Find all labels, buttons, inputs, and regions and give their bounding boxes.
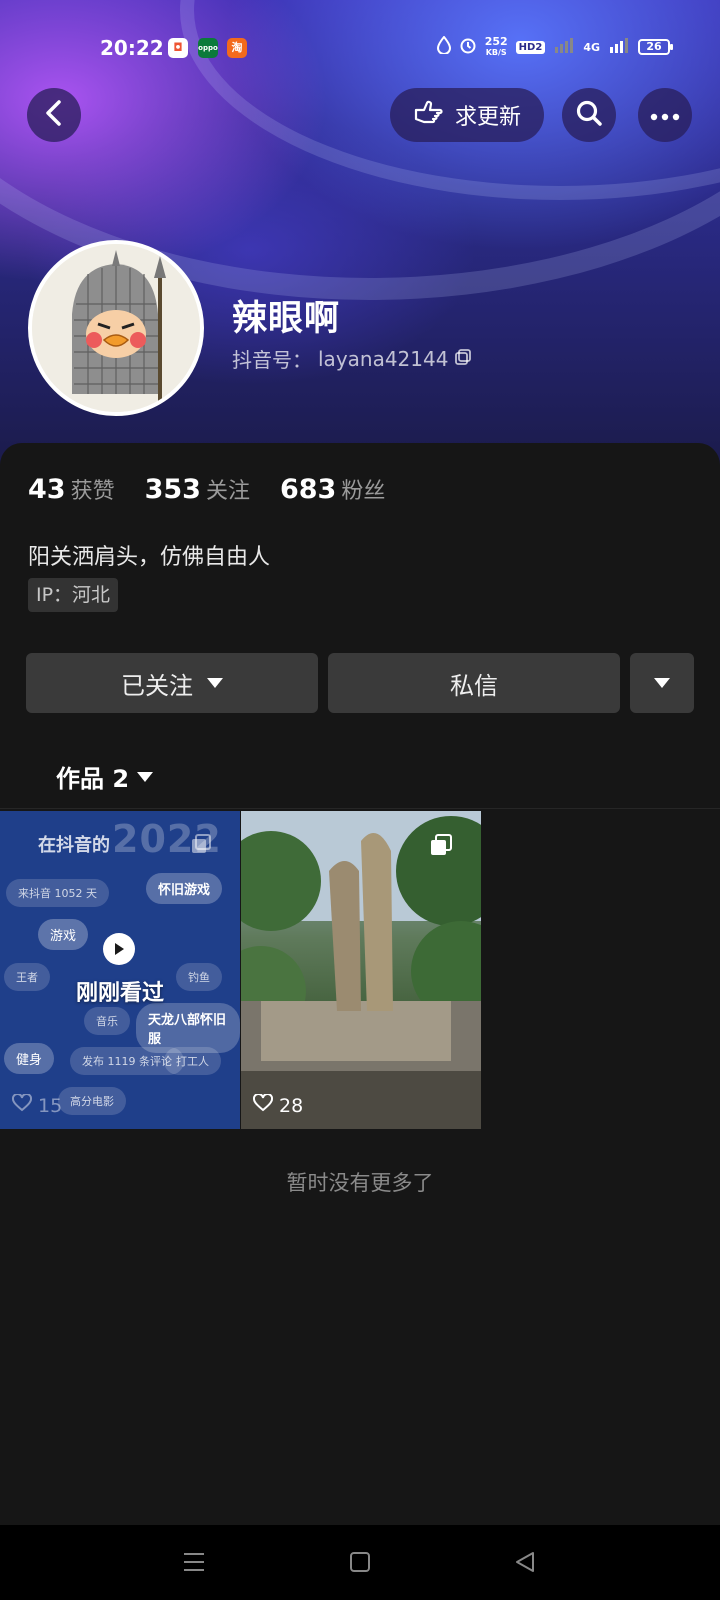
douyin-id-value: layana42144 xyxy=(318,346,449,371)
alarm-icon xyxy=(459,36,477,58)
message-label: 私信 xyxy=(450,671,498,700)
hd-indicator: HD2 xyxy=(515,40,546,54)
thumbnail-tag: 游戏 xyxy=(38,919,89,950)
status-time: 20:22 xyxy=(100,36,164,60)
like-count: 28 xyxy=(253,1092,304,1117)
caret-down-icon xyxy=(207,678,223,688)
stat-followers[interactable]: 683 粉丝 xyxy=(280,473,385,505)
douyin-id-label: 抖音号： xyxy=(232,348,312,372)
system-navigation-bar xyxy=(0,1525,720,1600)
thumbnail-tag: 怀旧游戏 xyxy=(146,873,223,904)
thumbnail-tag: 健身 xyxy=(4,1043,55,1074)
stats-row: 43 获赞 353 关注 683 粉丝 xyxy=(28,473,385,505)
tab-works[interactable]: 作品 2 xyxy=(56,759,154,794)
thumbnail-tag: 打工人 xyxy=(164,1047,221,1075)
thumbnail-tag: 高分电影 xyxy=(58,1087,126,1115)
thumbnail-tag: 天龙八部怀旧服 xyxy=(136,1003,240,1053)
recently-viewed-label: 刚刚看过 xyxy=(75,981,164,1006)
video-thumbnail[interactable]: 在抖音的 2022 来抖音 1052 天 怀旧游戏 游戏 王者 钓鱼 音乐 天龙… xyxy=(0,811,240,1129)
divider xyxy=(0,808,720,809)
nickname: 辣眼啊 xyxy=(232,299,341,339)
works-tab-label: 作品 2 xyxy=(56,765,130,793)
avatar[interactable] xyxy=(28,240,204,416)
hand-point-icon xyxy=(413,98,445,132)
stat-likes[interactable]: 43 获赞 xyxy=(28,473,115,505)
like-count-value: 15 xyxy=(38,1094,63,1117)
stat-number: 43 xyxy=(28,474,66,505)
back-button[interactable] xyxy=(27,88,81,142)
caret-down-icon xyxy=(654,678,670,688)
message-button[interactable]: 私信 xyxy=(328,653,620,713)
more-dots-icon xyxy=(650,106,680,125)
back-triangle-icon[interactable] xyxy=(514,1551,536,1577)
no-more-content-text: 暂时没有更多了 xyxy=(286,1171,434,1195)
network-type: 4G xyxy=(583,40,600,54)
menu-icon[interactable] xyxy=(182,1551,206,1577)
home-icon[interactable] xyxy=(349,1551,371,1577)
profile-card: 43 获赞 353 关注 683 粉丝 阳关洒肩头，仿佛自由人 IP：河北 已关注 私… xyxy=(0,443,720,1600)
heart-icon xyxy=(12,1092,32,1117)
more-actions-dropdown[interactable] xyxy=(630,653,694,713)
multi-image-icon xyxy=(429,833,453,861)
request-update-label: 求更新 xyxy=(454,105,521,130)
search-icon xyxy=(575,99,603,131)
thumbnail-header-text: 在抖音的 xyxy=(38,835,110,856)
water-drop-icon xyxy=(436,35,451,58)
stat-following[interactable]: 353 关注 xyxy=(145,473,250,505)
status-bar: 20:22 ◘ oppo 淘 252 KB/S HD2 4G 26 xyxy=(0,30,720,66)
bio-text: 阳关洒肩头，仿佛自由人 xyxy=(28,545,271,570)
signal-4g-icon xyxy=(608,37,630,57)
taobao-app-icon: 淘 xyxy=(227,38,247,58)
chevron-left-icon xyxy=(43,99,65,131)
stat-number: 683 xyxy=(279,474,337,505)
video-thumbnail[interactable]: 28 xyxy=(241,811,481,1129)
stat-label: 获赞 xyxy=(70,479,115,504)
stat-number: 353 xyxy=(144,474,201,505)
thumbnail-tag: 音乐 xyxy=(84,1007,130,1035)
request-update-button[interactable]: 求更新 xyxy=(390,88,544,142)
heart-icon xyxy=(253,1092,273,1117)
signal-icon xyxy=(553,37,575,57)
oppo-app-icon: oppo xyxy=(198,38,218,58)
douyin-id[interactable]: 抖音号： layana42144 xyxy=(232,344,472,373)
following-label: 已关注 xyxy=(121,671,193,700)
ip-location-badge: IP：河北 xyxy=(28,578,119,612)
caret-down-icon xyxy=(137,771,154,782)
stat-label: 粉丝 xyxy=(341,479,386,504)
stat-label: 关注 xyxy=(205,479,250,504)
more-options-button[interactable] xyxy=(638,88,692,142)
multi-image-icon xyxy=(190,833,212,859)
following-button[interactable]: 已关注 xyxy=(26,653,318,713)
copy-icon[interactable] xyxy=(454,347,472,371)
battery-indicator: 26 xyxy=(638,39,673,55)
play-icon xyxy=(103,933,135,965)
avatar-illustration xyxy=(32,244,200,412)
like-count-value: 28 xyxy=(279,1094,304,1117)
game-app-icon: ◘ xyxy=(168,38,188,58)
search-button[interactable] xyxy=(562,88,616,142)
like-count: 15 xyxy=(12,1092,63,1117)
thumbnail-tag: 来抖音 1052 天 xyxy=(6,879,109,907)
network-speed: 252 KB/S xyxy=(484,35,508,57)
